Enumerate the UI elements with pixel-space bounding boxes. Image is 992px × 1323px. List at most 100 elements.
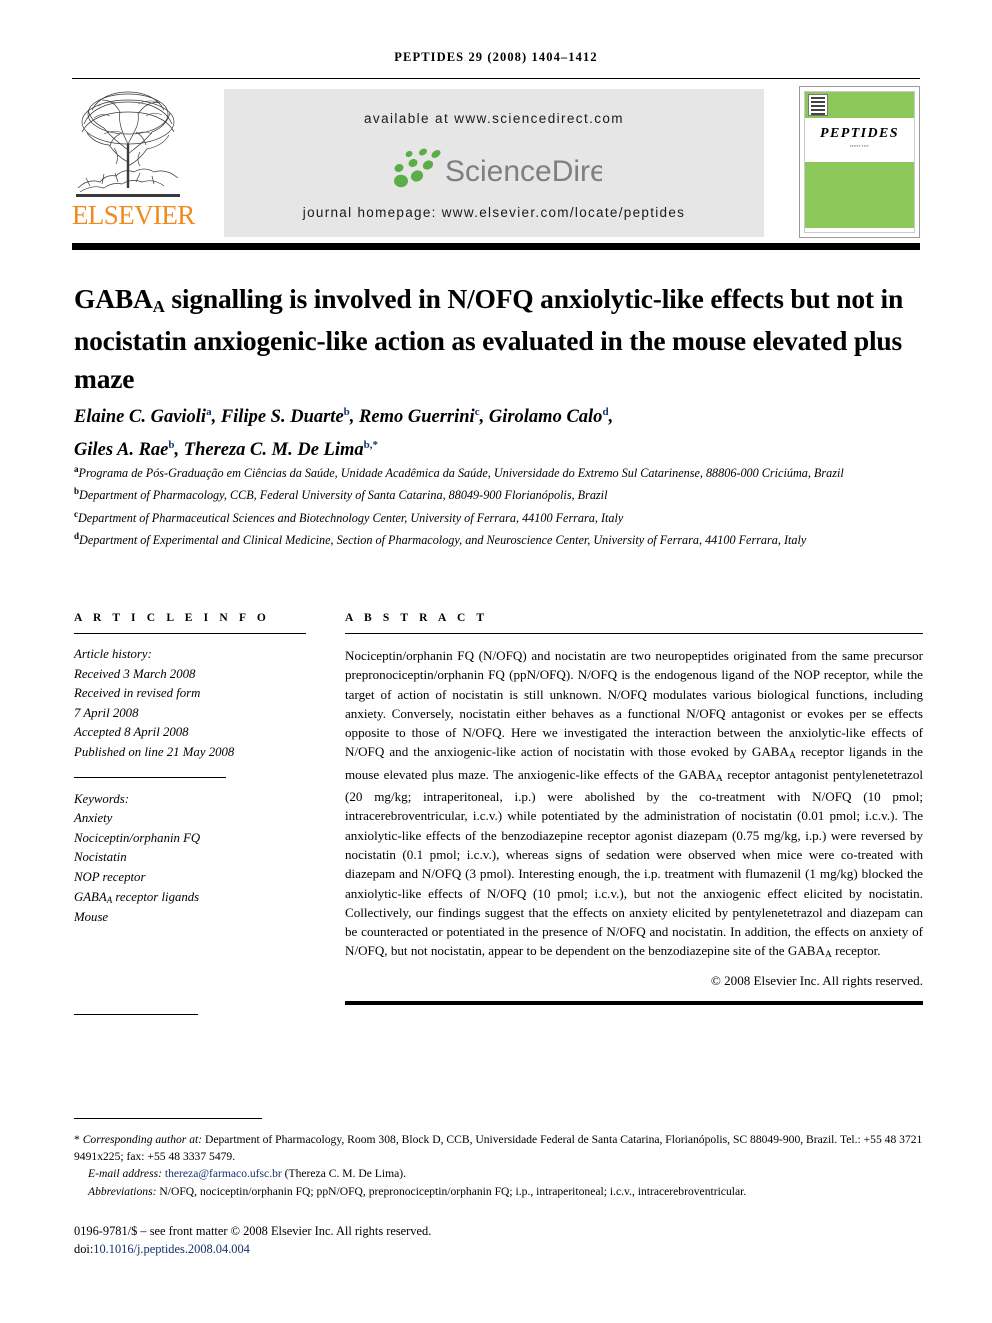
journal-cover-thumbnail: PEPTIDES ▪▪▪▪▪▪ ▪▪▪▪	[799, 86, 920, 238]
elsevier-wordmark: ELSEVIER	[72, 200, 195, 230]
article-info-rule	[74, 633, 306, 634]
doi-label: doi:	[74, 1242, 94, 1256]
title-subscript: A	[152, 297, 165, 317]
masthead-divider	[72, 243, 920, 250]
article-history-label: Article history:	[74, 647, 152, 661]
author-affiliation-mark: b,*	[363, 439, 378, 452]
doi-link[interactable]: 10.1016/j.peptides.2008.04.004	[93, 1242, 250, 1256]
abstract-sub-1: A	[789, 751, 796, 762]
keyword-item-gaba: GABAA receptor ligands	[74, 889, 200, 905]
author-entry: Girolamo Calod	[488, 406, 609, 428]
author-entry: Elaine C. Gaviolia	[74, 406, 212, 428]
footnotes: * Corresponding author at: Department of…	[74, 1131, 926, 1200]
author-name: Elaine C. Gavioli	[74, 407, 207, 428]
sciencedirect-banner: available at www.sciencedirect.com Scien…	[224, 89, 764, 237]
author-affiliation-mark: d	[602, 406, 609, 418]
cover-journal-subtitle: ▪▪▪▪▪▪ ▪▪▪▪	[849, 144, 870, 148]
author-affiliation-mark: a	[206, 406, 212, 418]
keyword-subscript: A	[106, 894, 113, 905]
author-name: Remo Guerrini	[359, 407, 475, 428]
header-divider	[72, 78, 920, 79]
issn-doi-block: 0196-9781/$ – see front matter © 2008 El…	[74, 1222, 926, 1258]
article-info-heading: A R T I C L E I N F O	[74, 612, 270, 624]
corresponding-author-asterisk: *	[74, 1133, 80, 1146]
author-entry: Giles A. Raeb	[74, 439, 175, 461]
author-name: Giles A. Rae	[74, 440, 169, 461]
corresponding-author-note: * Corresponding author at: Department of…	[74, 1131, 926, 1165]
affiliation-item: bDepartment of Pharmacology, CCB, Federa…	[74, 482, 926, 504]
article-history-item: 7 April 2008	[74, 705, 139, 720]
issn-line: 0196-9781/$ – see front matter © 2008 El…	[74, 1224, 432, 1238]
author-affiliation-mark: b	[168, 439, 175, 452]
abstract-seg-4: receptor.	[831, 943, 881, 959]
keyword-item: Nociceptin/orphanin FQ	[74, 830, 201, 845]
article-history-item: Accepted 8 April 2008	[74, 725, 189, 740]
keyword-item: Mouse	[74, 910, 109, 925]
svg-text:ScienceDirect: ScienceDirect	[445, 155, 602, 188]
abstract-column: A B S T R A C T Nociceptin/orphanin FQ (…	[345, 612, 923, 1005]
cover-green-block	[805, 162, 914, 228]
available-at-text: available at www.sciencedirect.com	[364, 111, 624, 126]
author-list: Elaine C. Gaviolia, Filipe S. Duarteb, R…	[74, 406, 614, 461]
author-name: Filipe S. Duarte	[220, 407, 344, 428]
keyword-item: Nocistatin	[74, 850, 127, 865]
journal-cover-inner: PEPTIDES ▪▪▪▪▪▪ ▪▪▪▪	[804, 91, 915, 233]
affiliation-item: dDepartment of Experimental and Clinical…	[74, 527, 926, 549]
elsevier-tree-icon	[76, 91, 180, 197]
affiliation-text: Department of Pharmacology, CCB, Federal…	[79, 488, 608, 503]
footnote-divider	[74, 1118, 262, 1119]
email-suffix: (Thereza C. M. De Lima).	[281, 1167, 407, 1181]
article-history-item: Received 3 March 2008	[74, 666, 196, 681]
title-text-b: signalling is involved in N/OFQ anxiolyt…	[74, 283, 904, 395]
author-name: Girolamo Calo	[488, 407, 603, 428]
email-label: E-mail address:	[88, 1167, 162, 1181]
journal-article-first-page: PEPTIDES 29 (2008) 1404–1412 ELSEVIER av…	[0, 0, 992, 1323]
abstract-rule	[345, 633, 923, 634]
doi-line: doi:10.1016/j.peptides.2008.04.004	[74, 1240, 926, 1258]
keyword-item: Anxiety	[74, 811, 113, 826]
corresponding-author-text: Department of Pharmacology, Room 308, Bl…	[74, 1133, 923, 1164]
affiliation-text: Department of Experimental and Clinical …	[79, 533, 807, 548]
email-note: E-mail address: thereza@farmaco.ufsc.br …	[74, 1165, 926, 1182]
article-history-item: Published on line 21 May 2008	[74, 744, 235, 759]
article-history-item: Received in revised form	[74, 686, 201, 701]
abstract-seg-3: receptor antagonist pentylenetetrazol (2…	[345, 766, 924, 959]
affiliation-item: cDepartment of Pharmaceutical Sciences a…	[74, 505, 926, 527]
page-title: GABAA signalling is involved in N/OFQ an…	[74, 280, 924, 398]
article-info-column: A R T I C L E I N F O Article history: R…	[74, 612, 306, 1015]
author-entry: Filipe S. Duarteb	[220, 406, 350, 428]
keyword-list: Keywords: Anxiety Nociceptin/orphanin FQ…	[74, 790, 306, 928]
keywords-label: Keywords:	[74, 791, 129, 806]
article-info-end-rule	[74, 1013, 198, 1015]
cover-publisher-logo-icon	[808, 94, 828, 116]
affiliation-text: Programa de Pós-Graduação em Ciências da…	[78, 466, 844, 481]
affiliation-item: aPrograma de Pós-Graduação em Ciências d…	[74, 460, 926, 482]
title-text-a: GABA	[74, 283, 153, 315]
elsevier-logo: ELSEVIER	[72, 86, 195, 238]
author-affiliation-mark: b	[343, 406, 350, 418]
journal-homepage-text: journal homepage: www.elsevier.com/locat…	[302, 205, 686, 220]
article-history: Article history: Received 3 March 2008 R…	[74, 645, 306, 763]
affiliation-list: aPrograma de Pós-Graduação em Ciências d…	[74, 460, 926, 550]
masthead: ELSEVIER available at www.sciencedirect.…	[72, 86, 920, 238]
author-name: Thereza C. M. De Lima	[183, 440, 364, 461]
cover-journal-title: PEPTIDES	[820, 126, 899, 141]
email-link[interactable]: thereza@farmaco.ufsc.br	[165, 1167, 282, 1180]
abstract-heading: A B S T R A C T	[345, 612, 489, 624]
abbreviations-text: N/OFQ, nociceptin/orphanin FQ; ppN/OFQ, …	[156, 1184, 747, 1198]
abbreviations-label: Abbreviations:	[88, 1184, 157, 1198]
affiliation-text: Department of Pharmaceutical Sciences an…	[78, 511, 624, 525]
author-entry: Thereza C. M. De Limab,*	[183, 439, 378, 461]
keyword-item: NOP receptor	[74, 869, 146, 884]
abstract-copyright: © 2008 Elsevier Inc. All rights reserved…	[710, 972, 923, 988]
abstract-sub-3: A	[824, 950, 832, 961]
abbreviations-note: Abbreviations: N/OFQ, nociceptin/orphani…	[74, 1183, 926, 1200]
abstract-end-rule	[345, 1000, 923, 1005]
author-entry: Remo Guerrinic	[359, 406, 480, 428]
sciencedirect-logo: ScienceDirect	[224, 144, 764, 192]
keywords-divider	[74, 776, 226, 778]
abstract-text: Nociceptin/orphanin FQ (N/OFQ) and nocis…	[345, 646, 923, 964]
sciencedirect-logo-icon: ScienceDirect	[393, 148, 602, 188]
abstract-sub-2: A	[715, 773, 723, 784]
running-head: PEPTIDES 29 (2008) 1404–1412	[394, 50, 598, 64]
